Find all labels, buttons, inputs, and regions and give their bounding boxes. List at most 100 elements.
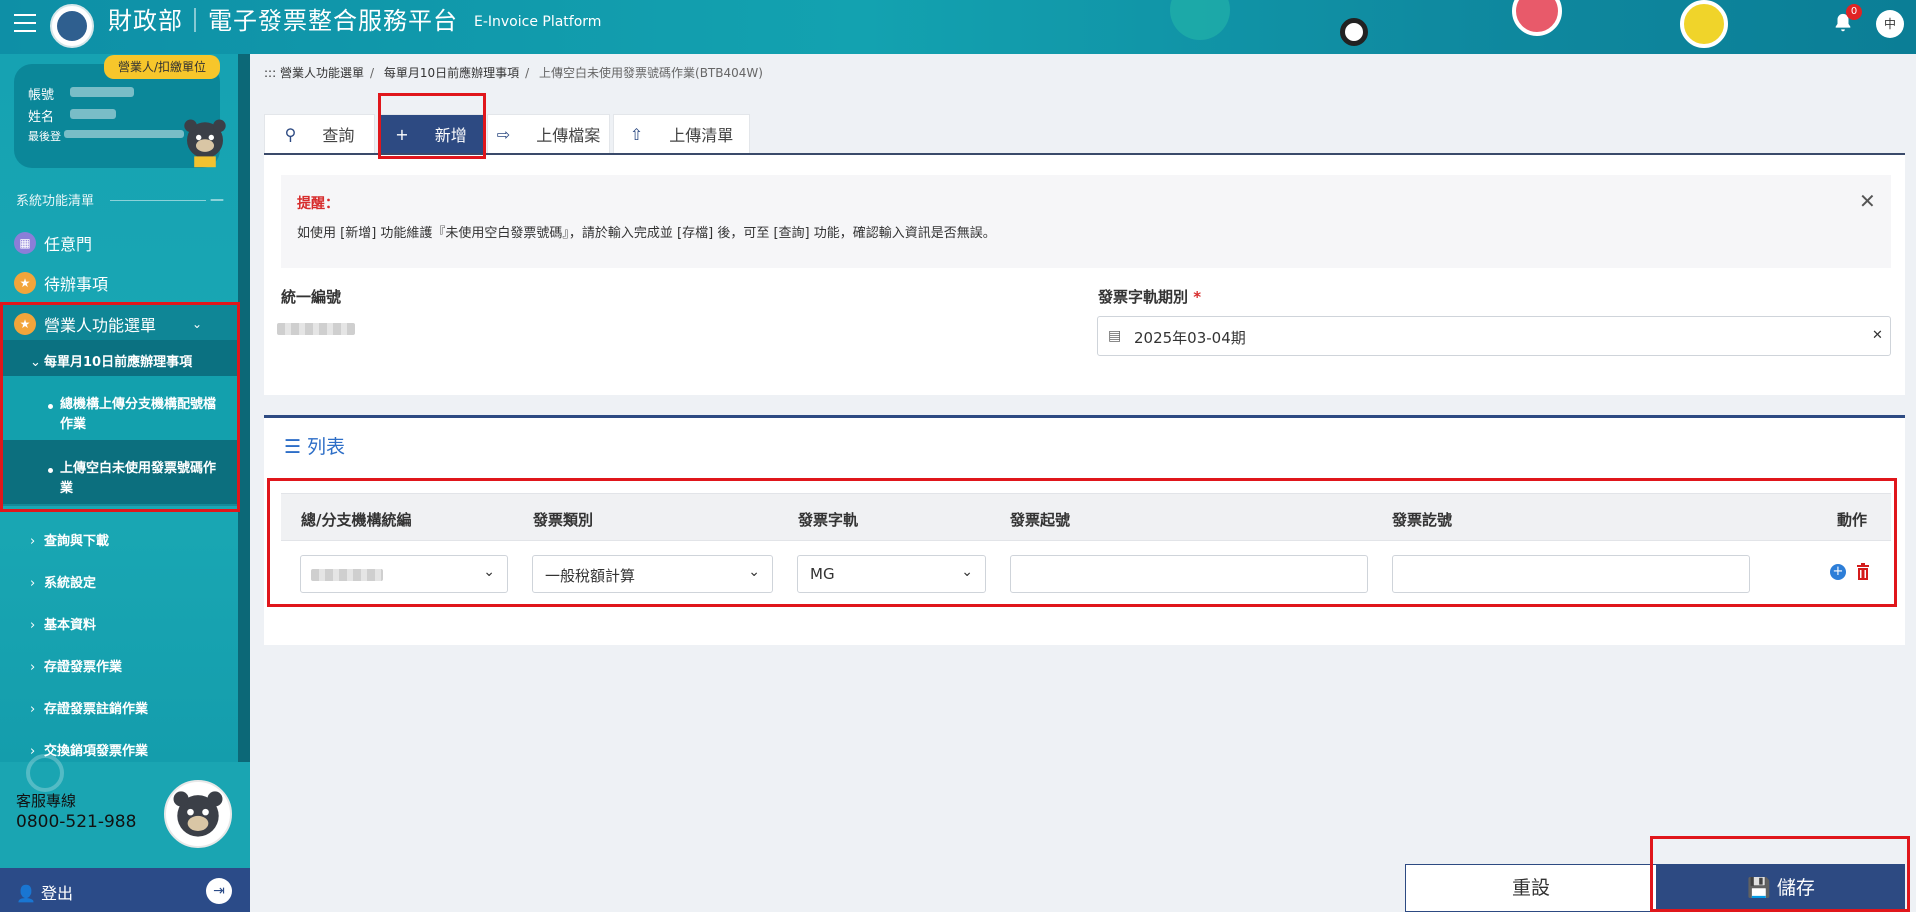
- chevron-down-icon: ⌄: [30, 355, 41, 370]
- name-value-redacted: [70, 109, 116, 119]
- collapse-icon[interactable]: —: [210, 192, 224, 208]
- close-icon[interactable]: ✕: [1859, 189, 1876, 213]
- bear-mascot-icon: [184, 119, 226, 168]
- tab-label: 上傳檔案: [536, 126, 601, 145]
- logout-icon[interactable]: ⇥: [206, 878, 232, 904]
- sidebar-subitem-label[interactable]: 上傳空白未使用發票號碼作業: [60, 459, 220, 499]
- header-decoration: [1170, 0, 1230, 40]
- select-value: 一般稅額計算: [545, 567, 636, 585]
- header-decoration: [1680, 0, 1728, 48]
- tab-label: 上傳清單: [669, 126, 734, 145]
- sidebar-item-label: 待辦事項: [44, 275, 109, 294]
- list-title: ☰ 列表: [284, 432, 345, 459]
- header-decoration: [1340, 18, 1368, 46]
- invoice-category-select[interactable]: 一般稅額計算 ⌄: [532, 555, 773, 593]
- reset-button[interactable]: 重設: [1405, 864, 1657, 912]
- last-login-value-redacted: [64, 130, 184, 138]
- notice-title: 提醒：: [297, 196, 339, 212]
- chevron-right-icon: ›: [30, 702, 36, 717]
- platform-title: 財政部｜電子發票整合服務平台: [108, 7, 458, 35]
- chevron-down-icon: ⌄: [961, 564, 973, 580]
- branch-ubn-select[interactable]: ⌄: [300, 555, 508, 593]
- chevron-down-icon: ⌄: [748, 564, 760, 580]
- logout-button[interactable]: 👤 登出: [16, 880, 73, 904]
- sidebar-item-label: 營業人功能選單: [44, 316, 157, 335]
- tab-upload-file[interactable]: ⇨ 上傳檔案: [487, 114, 610, 154]
- period-label-text: 發票字軌期別: [1098, 288, 1189, 306]
- column-header: 發票起號: [1010, 511, 1071, 529]
- list-icon: ☰: [284, 436, 302, 458]
- save-button[interactable]: 💾 儲存: [1657, 864, 1905, 912]
- breadcrumb: ::: 營業人功能選單 / 每單月10日前應辦理事項 / 上傳空白未使用發票號碼作業…: [264, 66, 763, 80]
- end-number-input[interactable]: [1392, 555, 1750, 593]
- sidebar-item-proof-invoice[interactable]: › 存證發票作業: [30, 656, 122, 675]
- tab-label: 新增: [434, 126, 467, 145]
- language-switch-button[interactable]: 中: [1876, 10, 1904, 38]
- sidebar-item-settings[interactable]: › 系統設定: [30, 572, 96, 591]
- chevron-right-icon: ›: [30, 576, 36, 591]
- sidebar-item-label: 存證發票作業: [44, 660, 123, 675]
- file-upload-icon: ⇧: [629, 124, 644, 144]
- breadcrumb-item[interactable]: 每單月10日前應辦理事項: [384, 66, 519, 80]
- required-mark: *: [1193, 288, 1202, 306]
- last-login-label: 最後登: [28, 130, 61, 143]
- sidebar-item-business-menu-label[interactable]: ★ 營業人功能選單 ⌄: [14, 312, 202, 336]
- logout-bar: 👤 登出 ⇥: [0, 868, 250, 912]
- mof-logo[interactable]: [50, 4, 94, 48]
- ubn-label: 統一編號: [281, 288, 342, 306]
- hotline-label: 客服專線: [16, 792, 77, 810]
- map-icon: ▦: [14, 232, 36, 254]
- sidebar-item-any-door[interactable]: ▦ 任意門: [14, 231, 92, 255]
- plus-icon: +: [395, 124, 409, 144]
- start-number-input[interactable]: [1010, 555, 1368, 593]
- sidebar-item-basic-info[interactable]: › 基本資料: [30, 614, 96, 633]
- decoration-circle: [26, 754, 64, 792]
- sidebar-item-todo[interactable]: ★ 待辦事項: [14, 271, 108, 295]
- sidebar-item-label: 存證發票註銷作業: [44, 702, 149, 717]
- period-date-input[interactable]: ▤ 2025年03-04期 ✕: [1097, 316, 1891, 356]
- sidebar-item-label: 查詢與下載: [44, 534, 110, 549]
- period-label: 發票字軌期別 *: [1098, 286, 1201, 307]
- chevron-right-icon: ›: [30, 534, 36, 549]
- column-header: 總/分支機構統編: [301, 511, 412, 529]
- chevron-right-icon: ›: [30, 660, 36, 675]
- notice-box: 提醒： 如使用 [新增] 功能維護『未使用空白發票號碼』，請於輸入完成並 [存檔…: [281, 175, 1891, 268]
- sidebar-item-proof-cancel[interactable]: › 存證發票註銷作業: [30, 698, 148, 717]
- chevron-down-icon: ⌄: [483, 564, 495, 580]
- trash-icon[interactable]: [1856, 563, 1870, 580]
- search-icon: ⚲: [284, 124, 297, 144]
- sidebar-item-query-download[interactable]: › 查詢與下載: [30, 530, 109, 549]
- table-header: 總/分支機構統編 發票類別 發票字軌 發票起號 發票訖號 動作: [281, 493, 1891, 541]
- logout-label: 登出: [41, 884, 74, 903]
- account-value-redacted: [70, 87, 134, 97]
- star-icon: ★: [14, 313, 36, 335]
- sidebar-item-label: 系統設定: [44, 576, 97, 591]
- breadcrumb-current: 上傳空白未使用發票號碼作業(BTB404W): [539, 66, 763, 80]
- sidebar-item-label: 交換銷項發票作業: [44, 744, 149, 759]
- sidebar-item-monthly-label[interactable]: ⌄ 每單月10日前應辦理事項: [30, 351, 192, 370]
- tab-query[interactable]: ⚲ 查詢: [264, 114, 375, 154]
- clear-icon[interactable]: ✕: [1872, 328, 1883, 343]
- save-label: 儲存: [1776, 877, 1815, 899]
- sidebar: 營業人/扣繳單位 帳號 姓名 最後登 系統功能清單 — ▦ 任意門 ★ 待辦事項…: [0, 54, 250, 912]
- top-header: 財政部｜電子發票整合服務平台 E-Invoice Platform 0 中: [0, 0, 1916, 54]
- function-list-title: 系統功能清單: [16, 194, 95, 209]
- notice-text: 如使用 [新增] 功能維護『未使用空白發票號碼』，請於輸入完成並 [存檔] 後，…: [297, 226, 996, 241]
- breadcrumb-prefix: :::: [264, 66, 277, 80]
- platform-title-en: E-Invoice Platform: [474, 14, 602, 30]
- bullet: [48, 404, 53, 409]
- role-badge: 營業人/扣繳單位: [104, 55, 220, 79]
- tab-upload-list[interactable]: ⇧ 上傳清單: [613, 114, 750, 154]
- period-value: 2025年03-04期: [1134, 329, 1246, 347]
- tab-add[interactable]: + 新增: [378, 114, 484, 154]
- file-export-icon: ⇨: [496, 124, 511, 144]
- menu-toggle-icon[interactable]: [14, 14, 36, 32]
- notification-count-badge: 0: [1846, 4, 1862, 20]
- chevron-down-icon: ⌄: [192, 317, 203, 331]
- add-row-icon[interactable]: +: [1830, 564, 1846, 580]
- sidebar-item-label: 基本資料: [44, 618, 97, 633]
- breadcrumb-item[interactable]: 營業人功能選單: [280, 66, 364, 80]
- invoice-track-select[interactable]: MG ⌄: [797, 555, 986, 593]
- sidebar-subitem-label[interactable]: 總機構上傳分支機構配號檔作業: [60, 395, 220, 435]
- select-value: MG: [810, 565, 835, 583]
